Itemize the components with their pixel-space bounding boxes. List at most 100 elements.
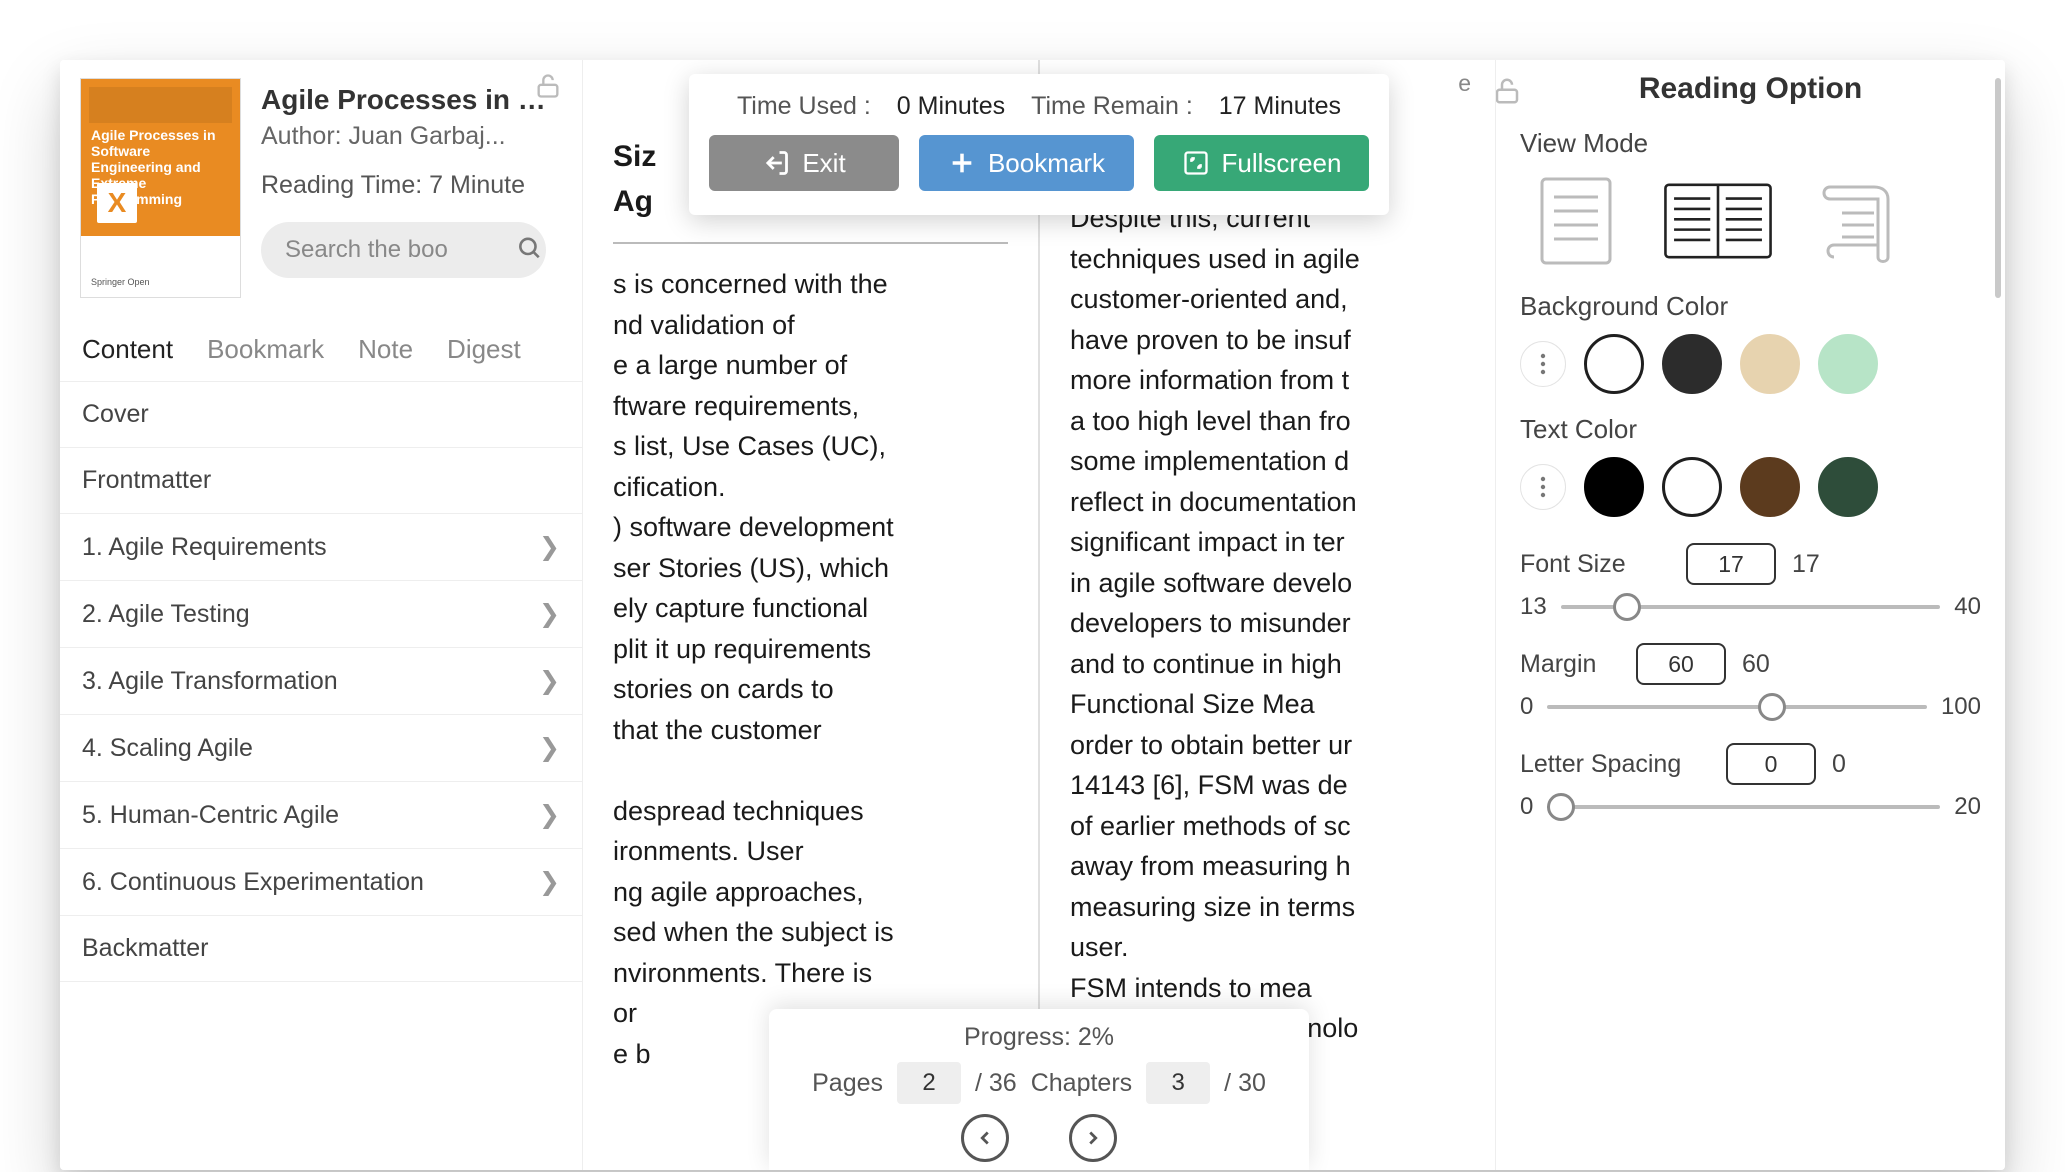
margin-min: 0 bbox=[1520, 693, 1533, 721]
time-remain-value: 17 Minutes bbox=[1219, 92, 1341, 121]
reader: ta Siz Ag s is concerned with the nd val… bbox=[583, 60, 1495, 1170]
button-label: Exit bbox=[802, 148, 845, 179]
page-right[interactable]: e Despite this, current techniques used … bbox=[1040, 60, 1495, 1170]
toc-item[interactable]: Backmatter bbox=[60, 916, 582, 982]
view-mode-label: View Mode bbox=[1520, 128, 1981, 159]
tab-content[interactable]: Content bbox=[82, 334, 173, 381]
view-mode-scroll[interactable] bbox=[1804, 171, 1916, 271]
search-icon[interactable] bbox=[516, 235, 542, 266]
tab-digest[interactable]: Digest bbox=[447, 334, 521, 381]
bg-swatch[interactable] bbox=[1740, 334, 1800, 394]
book-cover[interactable]: Agile Processes in Software Engineering … bbox=[80, 78, 241, 298]
scrollbar[interactable] bbox=[1995, 78, 2001, 298]
font-size-label: Font Size bbox=[1520, 550, 1670, 579]
page-number-fragment: e bbox=[1458, 66, 1471, 101]
toc-label: Cover bbox=[82, 400, 149, 429]
view-mode-double[interactable] bbox=[1662, 171, 1774, 271]
search-input[interactable] bbox=[261, 222, 546, 278]
letter-spacing-label: Letter Spacing bbox=[1520, 750, 1710, 779]
next-page-button[interactable] bbox=[1069, 1114, 1117, 1162]
exit-icon bbox=[762, 149, 790, 177]
bg-swatch[interactable] bbox=[1662, 334, 1722, 394]
time-used-value: 0 Minutes bbox=[897, 92, 1005, 121]
tab-bookmark[interactable]: Bookmark bbox=[207, 334, 324, 381]
sidebar-tabs: Content Bookmark Note Digest bbox=[60, 316, 582, 382]
view-mode-single[interactable] bbox=[1520, 171, 1632, 271]
bg-swatch[interactable] bbox=[1584, 334, 1644, 394]
margin-echo: 60 bbox=[1742, 650, 1770, 679]
unlock-icon bbox=[534, 72, 562, 105]
more-colors-button[interactable] bbox=[1520, 341, 1566, 387]
font-size-echo: 17 bbox=[1792, 550, 1820, 579]
bg-swatch[interactable] bbox=[1818, 334, 1878, 394]
chevron-right-icon: ❯ bbox=[539, 666, 560, 696]
time-used-label: Time Used : bbox=[737, 92, 871, 121]
cover-publisher: Springer Open bbox=[91, 277, 150, 287]
letter-spacing-min: 0 bbox=[1520, 793, 1533, 821]
bg-color-label: Background Color bbox=[1520, 291, 1981, 322]
plus-icon bbox=[948, 149, 976, 177]
text-color-label: Text Color bbox=[1520, 414, 1981, 445]
font-size-input[interactable] bbox=[1686, 543, 1776, 585]
pages-total: / 36 bbox=[975, 1069, 1017, 1098]
pager-buttons bbox=[961, 1114, 1117, 1162]
toc-item[interactable]: 4. Scaling Agile❯ bbox=[60, 715, 582, 782]
toc-label: 2. Agile Testing bbox=[82, 600, 250, 629]
bg-color-swatches bbox=[1520, 334, 1981, 394]
chevron-right-icon: ❯ bbox=[539, 800, 560, 830]
progress-counts: Pages 2 / 36 Chapters 3 / 30 bbox=[812, 1062, 1266, 1104]
toc-label: 4. Scaling Agile bbox=[82, 734, 253, 763]
reading-options-panel: Reading Option View Mode Background Colo… bbox=[1495, 60, 2005, 1170]
divider bbox=[613, 242, 1008, 244]
toc-item[interactable]: 3. Agile Transformation ❯ bbox=[60, 648, 582, 715]
book-title: Agile Processes in S... bbox=[261, 84, 546, 116]
margin-label: Margin bbox=[1520, 650, 1620, 679]
text-swatch[interactable] bbox=[1584, 457, 1644, 517]
bookmark-button[interactable]: Bookmark bbox=[919, 135, 1134, 191]
chapters-total: / 30 bbox=[1224, 1069, 1266, 1098]
page-text: s is concerned with the nd validation of… bbox=[613, 264, 1008, 1074]
pages-label: Pages bbox=[812, 1069, 883, 1098]
book-meta: Agile Processes in S... Author: Juan Gar… bbox=[261, 78, 562, 298]
margin-max: 100 bbox=[1941, 693, 1981, 721]
reader-toolbar: Time Used : 0 Minutes Time Remain : 17 M… bbox=[689, 74, 1389, 215]
timer-row: Time Used : 0 Minutes Time Remain : 17 M… bbox=[737, 92, 1341, 121]
font-size-min: 13 bbox=[1520, 593, 1547, 621]
toc-item[interactable]: 6. Continuous Experimentation❯ bbox=[60, 849, 582, 916]
margin-slider[interactable] bbox=[1547, 705, 1927, 709]
progress-bar: Progress: 2% Pages 2 / 36 Chapters 3 / 3… bbox=[769, 1009, 1309, 1170]
fullscreen-button[interactable]: Fullscreen bbox=[1154, 135, 1369, 191]
button-label: Bookmark bbox=[988, 148, 1105, 179]
toc-item[interactable]: 5. Human-Centric Agile❯ bbox=[60, 782, 582, 849]
more-colors-button[interactable] bbox=[1520, 464, 1566, 510]
text-color-swatches bbox=[1520, 457, 1981, 517]
search-wrap bbox=[261, 222, 562, 278]
pages: ta Siz Ag s is concerned with the nd val… bbox=[583, 60, 1495, 1170]
toc-item[interactable]: Cover bbox=[60, 382, 582, 448]
exit-button[interactable]: Exit bbox=[709, 135, 899, 191]
text-swatch[interactable] bbox=[1740, 457, 1800, 517]
chapters-current-input[interactable]: 3 bbox=[1146, 1062, 1210, 1104]
chapters-label: Chapters bbox=[1031, 1069, 1132, 1098]
text-swatch[interactable] bbox=[1818, 457, 1878, 517]
book-reading-time: Reading Time: 7 Minute bbox=[261, 171, 562, 200]
font-size-max: 40 bbox=[1954, 593, 1981, 621]
letter-spacing-input[interactable] bbox=[1726, 743, 1816, 785]
toc-label: 6. Continuous Experimentation bbox=[82, 868, 424, 897]
toc-item[interactable]: 1. Agile Requirements❯ bbox=[60, 514, 582, 581]
text-swatch[interactable] bbox=[1662, 457, 1722, 517]
toc-label: 3. Agile Transformation bbox=[82, 667, 338, 696]
pages-current-input[interactable]: 2 bbox=[897, 1062, 961, 1104]
page-text: Despite this, current techniques used in… bbox=[1070, 198, 1465, 1130]
toc-item[interactable]: 2. Agile Testing❯ bbox=[60, 581, 582, 648]
letter-spacing-max: 20 bbox=[1954, 793, 1981, 821]
letter-spacing-slider[interactable] bbox=[1547, 805, 1940, 809]
prev-page-button[interactable] bbox=[961, 1114, 1009, 1162]
font-size-slider[interactable] bbox=[1561, 605, 1941, 609]
view-mode-group bbox=[1520, 171, 1981, 271]
page-left[interactable]: ta Siz Ag s is concerned with the nd val… bbox=[583, 60, 1040, 1170]
toc-item[interactable]: Frontmatter bbox=[60, 448, 582, 514]
toc-label: Frontmatter bbox=[82, 466, 211, 495]
tab-note[interactable]: Note bbox=[358, 334, 413, 381]
margin-input[interactable] bbox=[1636, 643, 1726, 685]
